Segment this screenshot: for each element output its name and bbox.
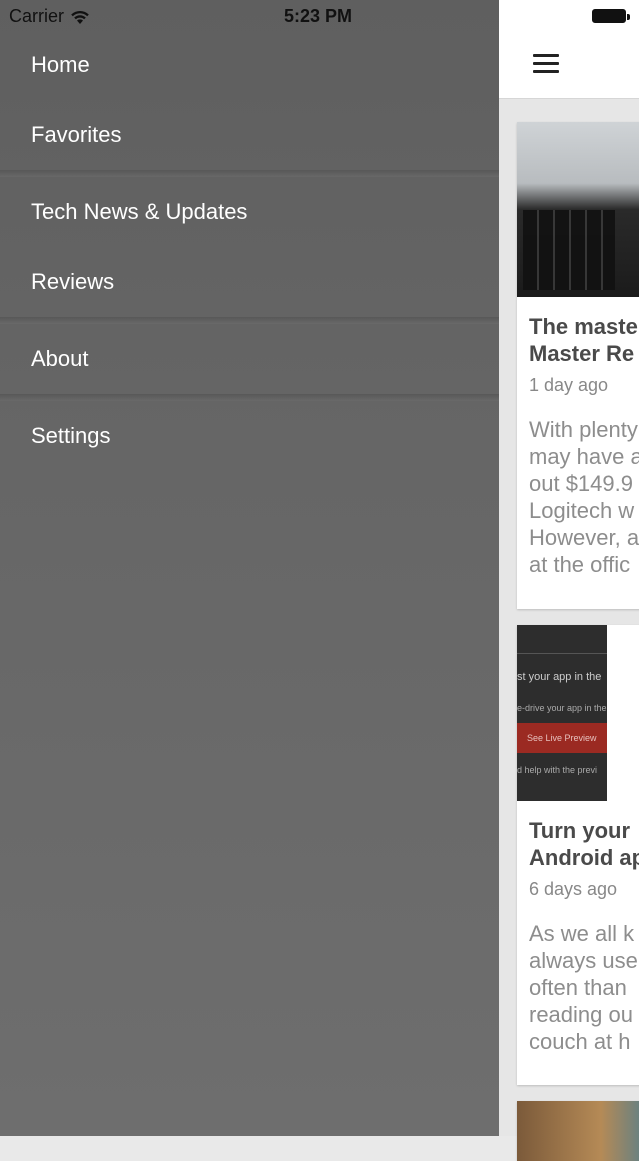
- menu-divider: [0, 317, 499, 324]
- excerpt-line: As we all k: [529, 921, 635, 946]
- article-date: 6 days ago: [529, 879, 618, 899]
- article-title-line: Turn your: [529, 818, 631, 843]
- article-title-line: The maste: [529, 314, 638, 339]
- menu-item-label: Tech News & Updates: [31, 199, 248, 224]
- excerpt-line: reading ou: [529, 1002, 633, 1027]
- status-time: 5:23 PM: [284, 6, 353, 26]
- menu-divider: [0, 394, 499, 401]
- excerpt-line: With plenty: [529, 417, 638, 442]
- menu-item-label: About: [31, 346, 89, 371]
- article-card[interactable]: [517, 1101, 639, 1161]
- excerpt-line: out $149.9: [529, 471, 633, 496]
- article-title: The maste Master Re: [529, 313, 639, 367]
- keyboard-image: [523, 210, 615, 290]
- menu-item-favorites[interactable]: Favorites: [0, 100, 499, 170]
- article-title-line: Android ap: [529, 845, 639, 870]
- article-title: Turn your Android ap: [529, 817, 639, 871]
- side-drawer: Home Favorites Tech News & Updates Revie…: [0, 0, 499, 1136]
- menu-item-label: Home: [31, 52, 90, 77]
- battery-icon: [592, 9, 630, 23]
- main-content: The maste Master Re 1 day ago With plent…: [499, 0, 639, 1161]
- wifi-icon: [71, 10, 89, 24]
- article-thumbnail: [517, 1101, 639, 1161]
- article-date: 1 day ago: [529, 375, 609, 395]
- article-thumbnail: st your app in the e-drive your app in t…: [517, 625, 607, 801]
- excerpt-line: may have a: [529, 444, 639, 469]
- menu-item-label: Reviews: [31, 269, 115, 294]
- thumbnail-text: e-drive your app in the: [517, 703, 607, 713]
- excerpt-line: couch at h: [529, 1029, 631, 1054]
- article-card[interactable]: The maste Master Re 1 day ago With plent…: [517, 122, 639, 609]
- thumbnail-text: d help with the previ: [517, 765, 598, 775]
- article-thumbnail: [517, 122, 639, 297]
- drawer-menu: Home Favorites Tech News & Updates Revie…: [0, 30, 499, 471]
- menu-item-home[interactable]: Home: [0, 30, 499, 100]
- menu-item-about[interactable]: About: [0, 324, 499, 394]
- menu-divider: [0, 170, 499, 177]
- excerpt-line: Logitech w: [529, 498, 635, 523]
- thumbnail-text: See Live Preview: [527, 733, 597, 743]
- thumbnail-text: st your app in the: [517, 671, 602, 683]
- status-bar: Carrier 5:23 PM: [0, 0, 639, 34]
- menu-item-settings[interactable]: Settings: [0, 401, 499, 471]
- article-excerpt: With plenty may have a out $149.9 Logite…: [529, 416, 639, 578]
- menu-item-reviews[interactable]: Reviews: [0, 247, 499, 317]
- menu-item-label: Favorites: [31, 122, 122, 147]
- hamburger-menu-icon[interactable]: [533, 54, 559, 73]
- menu-item-label: Settings: [31, 423, 111, 448]
- article-card[interactable]: st your app in the e-drive your app in t…: [517, 625, 639, 1085]
- menu-item-tech-news[interactable]: Tech News & Updates: [0, 177, 499, 247]
- carrier-indicator: Carrier: [9, 6, 90, 27]
- excerpt-line: at the offic: [529, 552, 631, 577]
- article-excerpt: As we all k always use often than readin…: [529, 920, 639, 1055]
- article-title-line: Master Re: [529, 341, 635, 366]
- excerpt-line: often than: [529, 975, 627, 1000]
- excerpt-line: always use: [529, 948, 638, 973]
- carrier-label: Carrier: [9, 6, 65, 26]
- excerpt-line: However, a: [529, 525, 639, 550]
